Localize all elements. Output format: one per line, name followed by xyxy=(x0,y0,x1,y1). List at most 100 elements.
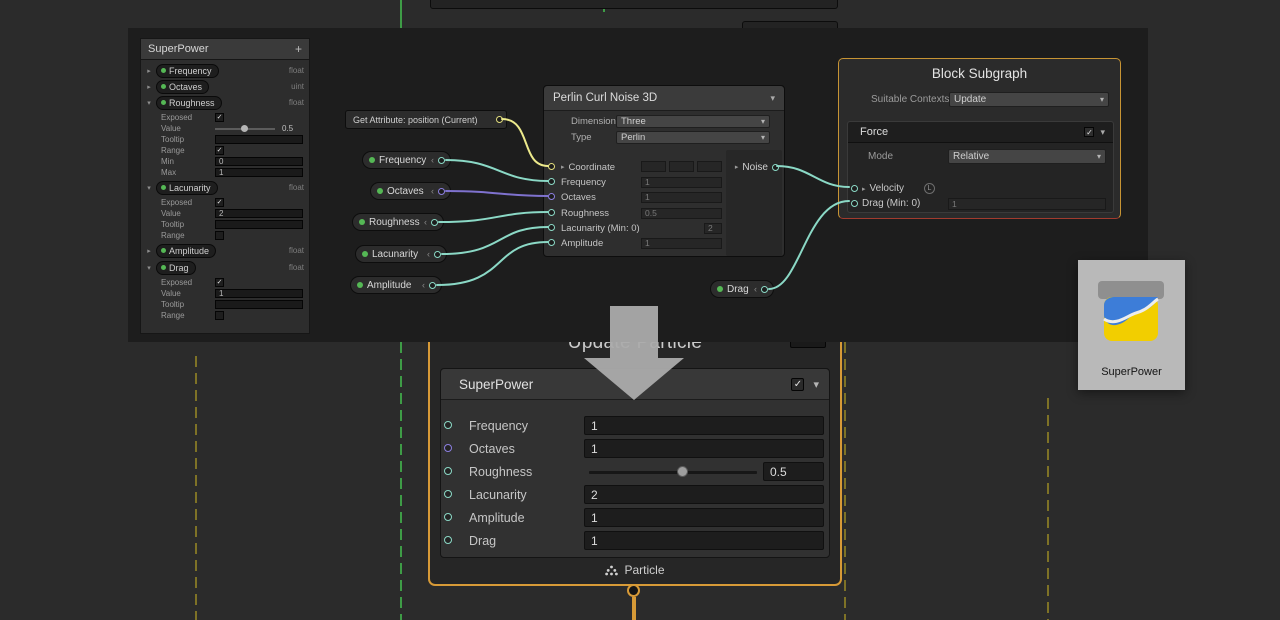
output-port[interactable] xyxy=(438,157,445,164)
force-block-header[interactable]: Force ✓ ▾ xyxy=(848,122,1113,143)
tooltip-field[interactable] xyxy=(215,135,303,144)
blackboard-property-octaves[interactable]: ▸ Octaves uint xyxy=(145,79,307,94)
amplitude-field[interactable]: 1 xyxy=(641,238,722,249)
lacunarity-port[interactable] xyxy=(444,490,452,498)
exposed-checkbox[interactable]: ✓ xyxy=(215,113,224,122)
superpower-block[interactable]: SuperPower ✓ ▾ Frequency 1 Octaves 1 Rou… xyxy=(440,368,830,558)
foldout-icon[interactable]: ▾ xyxy=(145,264,153,272)
lacunarity-port[interactable] xyxy=(548,224,555,231)
tooltip-field[interactable] xyxy=(215,220,303,229)
blackboard-property-amplitude[interactable]: ▸ Amplitude float xyxy=(145,243,307,258)
position-output-port[interactable] xyxy=(496,116,503,123)
lacunarity-field[interactable]: 2 xyxy=(584,485,824,504)
output-port[interactable] xyxy=(434,251,441,258)
range-checkbox[interactable] xyxy=(215,311,224,320)
frequency-port[interactable] xyxy=(444,421,452,429)
collapse-icon[interactable]: ‹ xyxy=(431,186,434,196)
block-enabled-checkbox[interactable]: ✓ xyxy=(791,378,804,391)
node-header[interactable]: Perlin Curl Noise 3D ▾ xyxy=(544,86,784,111)
exposed-checkbox[interactable]: ✓ xyxy=(215,278,224,287)
coordinate-y-field[interactable] xyxy=(669,161,694,172)
coordinate-port[interactable] xyxy=(548,163,555,170)
octaves-port[interactable] xyxy=(444,444,452,452)
add-property-button[interactable]: + xyxy=(295,42,302,56)
roughness-field[interactable]: 0.5 xyxy=(641,208,722,219)
output-port[interactable] xyxy=(438,188,445,195)
param-node-lacunarity[interactable]: Lacunarity ‹ xyxy=(355,245,447,263)
chevron-down-icon[interactable]: ▾ xyxy=(1100,127,1105,138)
octaves-field[interactable]: 1 xyxy=(641,192,722,203)
collapse-icon[interactable]: ‹ xyxy=(422,280,425,290)
param-node-roughness[interactable]: Roughness ‹ xyxy=(352,213,444,231)
mode-dropdown[interactable]: Relative ▾ xyxy=(948,149,1106,164)
collapse-icon[interactable]: ‹ xyxy=(431,155,434,165)
blackboard-property-roughness[interactable]: ▾ Roughness float xyxy=(145,95,307,110)
value-field[interactable]: 1 xyxy=(215,289,303,298)
output-port[interactable] xyxy=(429,282,436,289)
foldout-icon[interactable]: ▸ xyxy=(145,247,153,255)
range-checkbox[interactable]: ✓ xyxy=(215,146,224,155)
tooltip-field[interactable] xyxy=(215,300,303,309)
output-port[interactable] xyxy=(431,219,438,226)
frequency-port[interactable] xyxy=(548,178,555,185)
roughness-port[interactable] xyxy=(548,209,555,216)
roughness-slider-handle[interactable] xyxy=(677,466,688,477)
roughness-port[interactable] xyxy=(444,467,452,475)
coordinate-z-field[interactable] xyxy=(697,161,722,172)
blackboard-property-frequency[interactable]: ▸ Frequency float xyxy=(145,63,307,78)
amplitude-field[interactable]: 1 xyxy=(584,508,824,527)
blackboard[interactable]: SuperPower + ▸ Frequency float ▸ Octaves… xyxy=(140,38,310,334)
value-slider[interactable] xyxy=(215,124,275,133)
update-particle-context-node[interactable]: Update Particle SuperPower ✓ ▾ Frequency… xyxy=(428,330,842,586)
amplitude-port[interactable] xyxy=(548,239,555,246)
param-node-octaves[interactable]: Octaves ‹ xyxy=(370,182,451,200)
param-node-drag[interactable]: Drag ‹ xyxy=(710,280,774,298)
output-port[interactable] xyxy=(761,286,768,293)
collapse-icon[interactable]: ‹ xyxy=(424,217,427,227)
param-node-amplitude[interactable]: Amplitude ‹ xyxy=(350,276,442,294)
context-flow-output-port[interactable] xyxy=(627,584,640,597)
drag-value-field[interactable]: 1 xyxy=(948,198,1106,210)
foldout-icon[interactable]: ▾ xyxy=(145,99,153,107)
chevron-down-icon[interactable]: ▾ xyxy=(770,93,775,104)
frequency-field[interactable]: 1 xyxy=(641,177,722,188)
blackboard-property-drag[interactable]: ▾ Drag float xyxy=(145,260,307,275)
force-block[interactable]: Force ✓ ▾ Mode Relative ▾ ▸ Velocity L D… xyxy=(847,121,1114,213)
perlin-curl-noise-node[interactable]: Perlin Curl Noise 3D ▾ Dimensions Three … xyxy=(543,85,785,257)
collapse-icon[interactable]: ‹ xyxy=(754,284,757,294)
force-enabled-checkbox[interactable]: ✓ xyxy=(1084,127,1094,137)
foldout-icon[interactable]: ▸ xyxy=(145,83,153,91)
min-field[interactable]: 0 xyxy=(215,157,303,166)
type-dropdown[interactable]: Perlin ▾ xyxy=(616,131,770,144)
suitable-contexts-dropdown[interactable]: Update ▾ xyxy=(949,92,1109,107)
space-toggle[interactable]: L xyxy=(924,183,935,194)
drag-port[interactable] xyxy=(444,536,452,544)
block-subgraph-panel[interactable]: Block Subgraph Suitable Contexts Update … xyxy=(838,58,1121,219)
roughness-slider-track[interactable] xyxy=(589,471,757,474)
superpower-block-header[interactable]: SuperPower ✓ ▾ xyxy=(441,369,829,400)
get-attribute-node[interactable]: Get Attribute: position (Current) xyxy=(345,110,507,129)
drag-port[interactable] xyxy=(851,200,858,207)
value-field[interactable]: 2 xyxy=(215,209,303,218)
blackboard-property-lacunarity[interactable]: ▾ Lacunarity float xyxy=(145,180,307,195)
foldout-icon[interactable]: ▸ xyxy=(145,67,153,75)
noise-output-port[interactable] xyxy=(772,164,779,171)
velocity-port[interactable] xyxy=(851,185,858,192)
coordinate-x-field[interactable] xyxy=(641,161,666,172)
slider-handle[interactable] xyxy=(241,125,248,132)
max-field[interactable]: 1 xyxy=(215,168,303,177)
roughness-value-field[interactable]: 0.5 xyxy=(763,462,824,481)
lacunarity-field[interactable]: 2 xyxy=(704,223,722,234)
amplitude-port[interactable] xyxy=(444,513,452,521)
octaves-field[interactable]: 1 xyxy=(584,439,824,458)
dimensions-dropdown[interactable]: Three ▾ xyxy=(616,115,770,128)
chevron-down-icon[interactable]: ▾ xyxy=(813,378,819,391)
param-node-frequency[interactable]: Frequency ‹ xyxy=(362,151,451,169)
frequency-field[interactable]: 1 xyxy=(584,416,824,435)
range-checkbox[interactable] xyxy=(215,231,224,240)
expand-icon[interactable]: ▸ xyxy=(561,163,565,171)
exposed-checkbox[interactable]: ✓ xyxy=(215,198,224,207)
octaves-port[interactable] xyxy=(548,193,555,200)
drag-field[interactable]: 1 xyxy=(584,531,824,550)
collapse-icon[interactable]: ‹ xyxy=(427,249,430,259)
